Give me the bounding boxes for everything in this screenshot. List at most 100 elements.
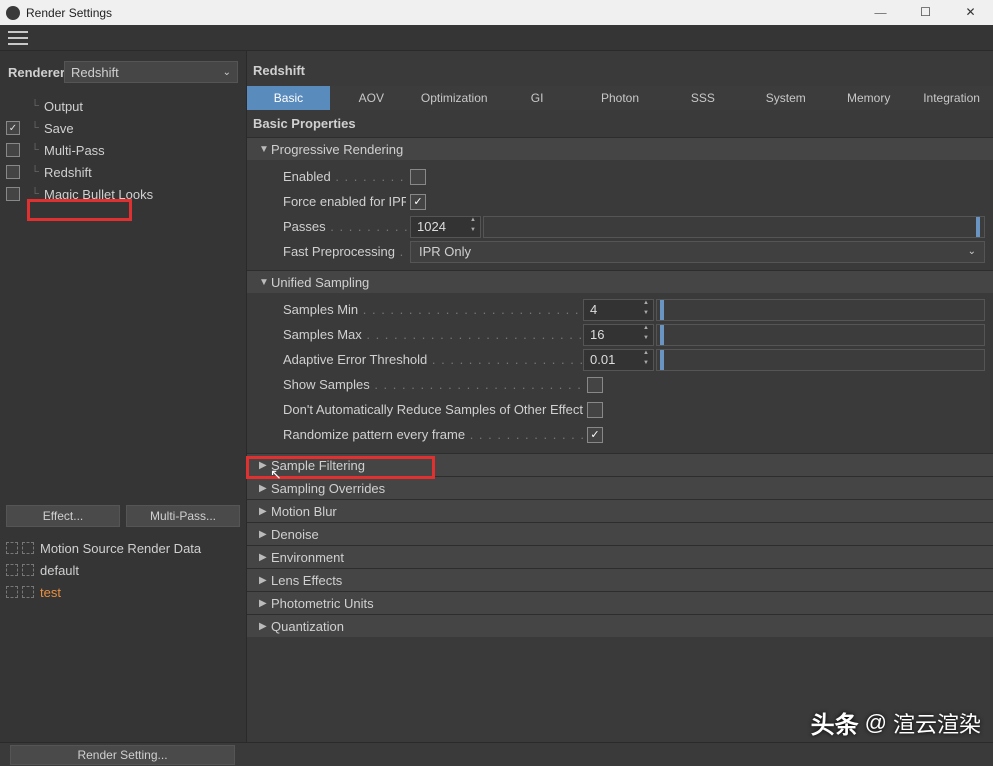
selection-box-icon — [6, 564, 18, 576]
samples-min-slider[interactable] — [656, 299, 985, 321]
group-header-progressive[interactable]: Progressive Rendering — [247, 137, 993, 160]
group-header-photometric[interactable]: Photometric Units — [247, 591, 993, 614]
group-header-sampling-overrides[interactable]: Sampling Overrides — [247, 476, 993, 499]
settings-tree: └ Output └ Save └ Multi-Pass └ Redshift … — [0, 91, 246, 501]
spinner-icon[interactable]: ▲▼ — [639, 300, 653, 320]
preset-list: Motion Source Render Data default test — [0, 531, 246, 609]
panel-title: Redshift — [247, 51, 993, 86]
tree-item-multipass[interactable]: └ Multi-Pass — [0, 139, 246, 161]
tab-memory[interactable]: Memory — [827, 86, 910, 110]
group-header-denoise[interactable]: Denoise — [247, 522, 993, 545]
field-label: Passes — [283, 219, 410, 234]
tree-branch-icon: └ — [26, 166, 44, 178]
slider-thumb[interactable] — [660, 350, 664, 370]
tab-gi[interactable]: GI — [496, 86, 579, 110]
watermark: 头条 @ 渲云渲染 — [811, 705, 981, 740]
section-title: Basic Properties — [247, 110, 993, 137]
spinner-icon[interactable]: ▲▼ — [466, 217, 480, 237]
tree-branch-icon: └ — [26, 100, 44, 112]
maximize-button[interactable]: ☐ — [903, 0, 948, 25]
list-item[interactable]: Motion Source Render Data — [4, 537, 242, 559]
list-item[interactable]: test — [4, 581, 242, 603]
disclosure-triangle-icon — [259, 529, 269, 540]
disclosure-triangle-icon — [259, 483, 269, 494]
adaptive-threshold-slider[interactable] — [656, 349, 985, 371]
tree-item-output[interactable]: └ Output — [0, 95, 246, 117]
field-label: Don't Automatically Reduce Samples of Ot… — [283, 402, 583, 417]
slider-thumb[interactable] — [976, 217, 980, 237]
group-header-environment[interactable]: Environment — [247, 545, 993, 568]
disclosure-triangle-icon — [259, 621, 269, 632]
field-label: Enabled — [283, 169, 406, 184]
tab-system[interactable]: System — [744, 86, 827, 110]
show-samples-checkbox[interactable] — [587, 377, 603, 393]
samples-max-input[interactable]: 16 ▲▼ — [583, 324, 654, 346]
renderer-dropdown[interactable]: Redshift ⌄ — [64, 61, 238, 83]
selection-box-icon — [6, 586, 18, 598]
group-header-quantization[interactable]: Quantization — [247, 614, 993, 637]
chevron-down-icon: ⌄ — [968, 246, 976, 257]
selection-box-icon — [22, 564, 34, 576]
group-body-unified: Samples Min 4 ▲▼ Samples Max 16 ▲▼ Adapt… — [247, 293, 993, 453]
field-label: Samples Max — [283, 327, 583, 342]
field-label: Adaptive Error Threshold — [283, 352, 583, 367]
dont-reduce-checkbox[interactable] — [587, 402, 603, 418]
close-button[interactable]: ✕ — [948, 0, 993, 25]
multipass-checkbox[interactable] — [6, 143, 20, 157]
slider-thumb[interactable] — [660, 300, 664, 320]
tab-aov[interactable]: AOV — [330, 86, 413, 110]
redshift-checkbox[interactable] — [6, 165, 20, 179]
main-panel: Redshift Basic AOV Optimization GI Photo… — [247, 51, 993, 742]
group-header-unified[interactable]: Unified Sampling — [247, 270, 993, 293]
window-title: Render Settings — [26, 6, 112, 20]
adaptive-threshold-input[interactable]: 0.01 ▲▼ — [583, 349, 654, 371]
tab-basic[interactable]: Basic — [247, 86, 330, 110]
sidebar: Renderer Redshift ⌄ └ Output └ Save └ Mu… — [0, 51, 247, 742]
selection-box-icon — [22, 586, 34, 598]
field-label: Force enabled for IPR — [283, 194, 406, 209]
tab-optimization[interactable]: Optimization — [413, 86, 496, 110]
mouse-cursor-icon: ↖ — [270, 466, 282, 483]
multipass-button[interactable]: Multi-Pass... — [126, 505, 240, 527]
slider-thumb[interactable] — [660, 325, 664, 345]
tab-photon[interactable]: Photon — [579, 86, 662, 110]
tree-item-redshift[interactable]: └ Redshift — [0, 161, 246, 183]
passes-slider[interactable] — [483, 216, 985, 238]
minimize-button[interactable]: — — [858, 0, 903, 25]
tree-branch-icon: └ — [26, 122, 44, 134]
fast-preprocessing-dropdown[interactable]: IPR Only ⌄ — [410, 241, 985, 263]
force-ipr-checkbox[interactable] — [410, 194, 426, 210]
checkbox-spacer — [6, 99, 20, 113]
passes-input[interactable]: 1024 ▲▼ — [410, 216, 481, 238]
list-item[interactable]: default — [4, 559, 242, 581]
selection-box-icon — [22, 542, 34, 554]
disclosure-triangle-icon — [259, 575, 269, 586]
highlight-annotation — [27, 199, 132, 221]
enabled-checkbox[interactable] — [410, 169, 426, 185]
hamburger-menu-icon[interactable] — [6, 29, 30, 47]
group-header-motion-blur[interactable]: Motion Blur — [247, 499, 993, 522]
tab-sss[interactable]: SSS — [661, 86, 744, 110]
samples-min-input[interactable]: 4 ▲▼ — [583, 299, 654, 321]
render-setting-button[interactable]: Render Setting... — [10, 745, 235, 765]
renderer-value: Redshift — [71, 65, 119, 80]
tree-item-save[interactable]: └ Save — [0, 117, 246, 139]
spinner-icon[interactable]: ▲▼ — [639, 325, 653, 345]
disclosure-triangle-icon — [259, 506, 269, 517]
disclosure-triangle-icon — [259, 277, 269, 288]
randomize-checkbox[interactable] — [587, 427, 603, 443]
disclosure-triangle-icon — [259, 144, 269, 155]
save-checkbox[interactable] — [6, 121, 20, 135]
spinner-icon[interactable]: ▲▼ — [639, 350, 653, 370]
tab-bar: Basic AOV Optimization GI Photon SSS Sys… — [247, 86, 993, 110]
renderer-label: Renderer — [8, 65, 64, 80]
group-header-lens-effects[interactable]: Lens Effects — [247, 568, 993, 591]
tree-branch-icon: └ — [26, 144, 44, 156]
magicbullet-checkbox[interactable] — [6, 187, 20, 201]
effect-button[interactable]: Effect... — [6, 505, 120, 527]
group-body-progressive: Enabled Force enabled for IPR Passes 102… — [247, 160, 993, 270]
disclosure-triangle-icon — [259, 598, 269, 609]
field-label: Samples Min — [283, 302, 583, 317]
tab-integration[interactable]: Integration — [910, 86, 993, 110]
samples-max-slider[interactable] — [656, 324, 985, 346]
